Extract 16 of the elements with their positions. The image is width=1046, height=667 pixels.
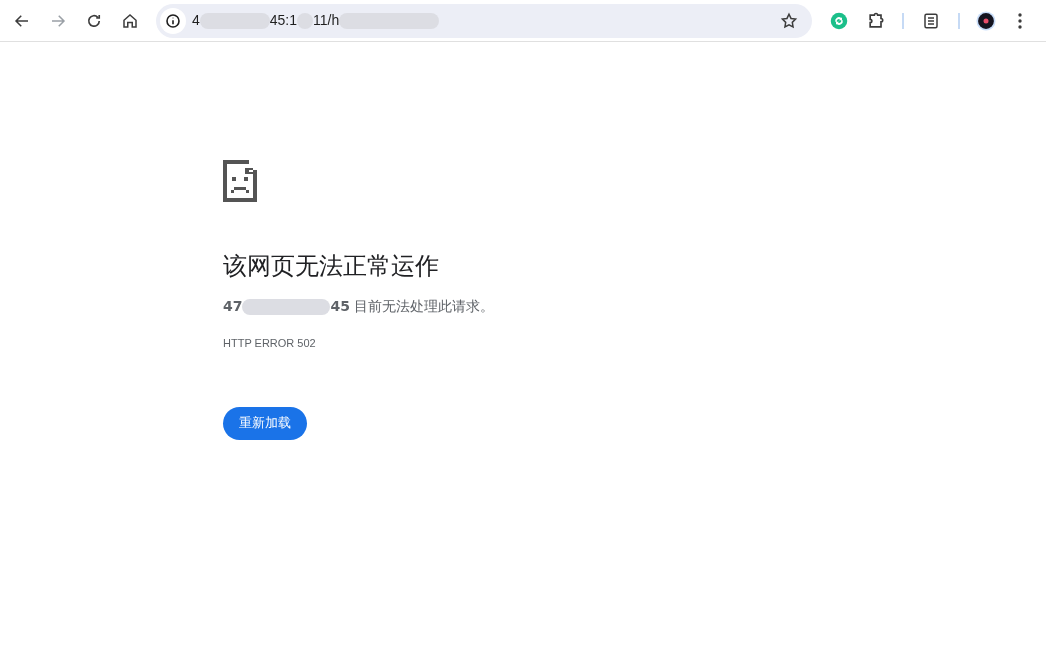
url-text: 4: [192, 11, 200, 30]
reload-button[interactable]: 重新加载: [223, 406, 307, 440]
url-text: 45:1: [269, 11, 298, 30]
profile-avatar-icon[interactable]: [976, 10, 996, 31]
url-text: 目前无法处理此请求。: [353, 297, 495, 316]
bookmark-star-icon[interactable]: [780, 11, 798, 30]
info-icon[interactable]: [160, 7, 186, 34]
url-text: 11/h: [313, 11, 340, 30]
address-bar[interactable]: 4 45:1 11/h: [156, 3, 812, 38]
host-text: 45: [330, 297, 350, 316]
puzzle-icon[interactable]: [866, 10, 886, 31]
error-code: HTTP ERROR 502: [223, 336, 316, 351]
reading-list-icon[interactable]: [922, 11, 940, 30]
sad-page-icon: [223, 160, 257, 202]
error-title: 该网页无法正常运作: [223, 251, 439, 282]
host-text: 47: [223, 297, 243, 316]
